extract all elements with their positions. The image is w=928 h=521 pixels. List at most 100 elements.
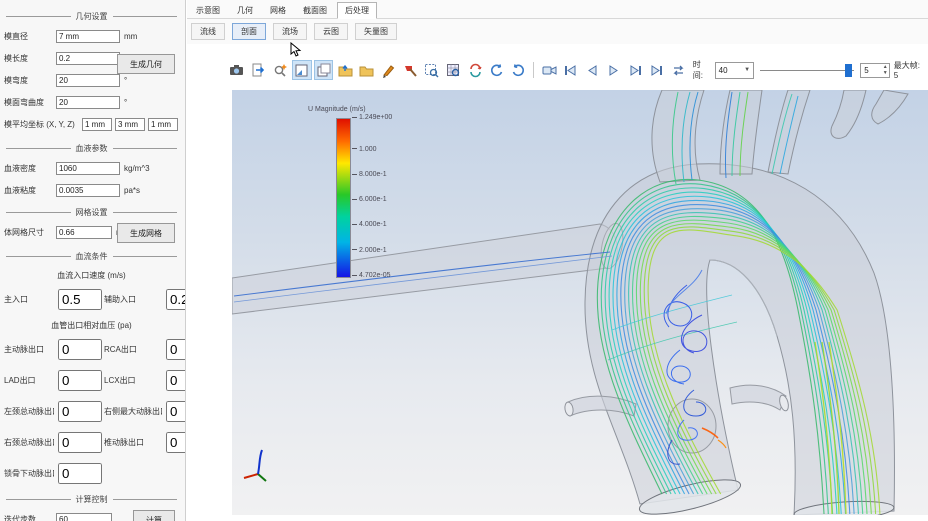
time-slider[interactable] [760,63,854,78]
loop-icon[interactable] [669,60,689,80]
outlet-input[interactable] [58,339,102,360]
save-state-folder-icon[interactable] [335,60,355,80]
slider-handle[interactable] [845,64,852,77]
capture-frame-icon[interactable] [292,60,312,80]
inlet-velocity-header: 血流入口速度 (m/s) [4,270,179,281]
outlet-label: 右侧最大动脉出口 [104,406,162,417]
screenshot-icon[interactable] [227,60,247,80]
delete-axe-icon[interactable] [400,60,420,80]
density-unit: kg/m^3 [124,164,150,173]
export-view-icon[interactable] [249,60,269,80]
preview-magnifier-icon[interactable] [270,60,290,80]
legend-tick-label: 4.702e-05 [352,272,391,279]
tab-postprocess[interactable]: 后处理 [337,2,377,19]
subtab-streamline[interactable]: 流线 [191,23,225,40]
subtab-flowfield[interactable]: 流场 [273,23,307,40]
tab-strip: 示意图 几何 网格 截面图 后处理 流线 剖面 流场 云图 矢量图 [187,0,928,45]
bend-input[interactable] [56,74,120,87]
subtab-slice[interactable]: 剖面 [232,23,266,40]
copy-view-icon[interactable] [314,60,334,80]
next-frame-icon[interactable] [626,60,646,80]
legend-tick-label: 1.000 [352,146,377,153]
legend-colorbar [336,118,351,278]
frame-spinner[interactable]: 5 ▲▼ [860,63,890,78]
geometry-row-length: 模长度 m 生成几何 [4,52,179,65]
time-combobox[interactable]: 40 ▼ [715,62,754,79]
rotate-cw-icon[interactable] [487,60,507,80]
mesh-size-input[interactable] [56,226,112,239]
render-viewport[interactable]: U Magnitude (m/s) 1.249e+00 1.000 8.000e-1… [232,90,928,515]
zoom-box-icon[interactable] [422,60,442,80]
length-label: 模长度 [4,53,56,64]
animation-camera-icon[interactable] [539,60,559,80]
outlet-input[interactable] [166,339,186,360]
tab-geometry[interactable]: 几何 [230,3,260,18]
mesh-row-size: 体网格尺寸 m 生成网格 [4,226,179,239]
play-icon[interactable] [604,60,624,80]
aux-inlet-input[interactable] [166,289,186,310]
surface-bend-input[interactable] [56,96,120,109]
outlet-input[interactable] [166,401,186,422]
legend-tick-label: 1.249e+00 [352,114,392,121]
mouse-cursor [290,42,302,58]
legend-tick-label: 8.000e-1 [352,171,387,178]
app-window: 几何设置 模直径 mm 模长度 m 生成几何 模弯度 ° 模面弯曲度 ° 模平均… [0,0,928,521]
bend-unit: ° [124,76,127,85]
edit-colormap-pen-icon[interactable] [379,60,399,80]
first-frame-icon[interactable] [561,60,581,80]
outlet-grid: 主动脉出口 RCA出口 LAD出口 LCX出口 左颈总动脉出口 右侧最大动脉出口… [4,339,179,484]
mesh-size-label: 体网格尺寸 [4,227,56,238]
subtab-vector[interactable]: 矢量图 [355,23,397,40]
length-input[interactable] [56,52,120,65]
outlet-label: 主动脉出口 [4,344,54,355]
outlet-input[interactable] [166,432,186,453]
outlet-input[interactable] [166,370,186,391]
geometry-row-surface-bend: 模面弯曲度 ° [4,96,179,109]
main-inlet-input[interactable] [58,289,102,310]
viscosity-unit: pa*s [124,186,140,195]
outlet-input[interactable] [58,463,102,484]
coord-y-input[interactable] [115,118,145,131]
diameter-input[interactable] [56,30,120,43]
subtab-contour[interactable]: 云图 [314,23,348,40]
tab-section-view[interactable]: 截面图 [296,3,334,18]
outlet-input[interactable] [58,432,102,453]
outlet-input[interactable] [58,401,102,422]
previous-frame-icon[interactable] [582,60,602,80]
toolbar-separator [533,62,534,78]
outlet-label: 锁骨下动脉出口 [4,468,54,479]
outlet-label: RCA出口 [104,344,162,355]
density-input[interactable] [56,162,120,175]
rotate-ccw-icon[interactable] [509,60,529,80]
zoom-to-data-icon[interactable] [444,60,464,80]
geometry-row-diameter: 模直径 mm [4,30,179,43]
spinner-arrows-icon[interactable]: ▲▼ [883,64,888,76]
aux-inlet-label: 辅助入口 [104,294,162,305]
viscosity-input[interactable] [56,184,120,197]
coord-x-input[interactable] [82,118,112,131]
section-mesh-title: 网格设置 [6,207,177,218]
section-compute-title: 计算控制 [6,494,177,505]
generate-geometry-button[interactable]: 生成几何 [117,54,175,74]
blood-row-viscosity: 血液粘度 pa*s [4,184,179,197]
bend-label: 模弯度 [4,75,56,86]
viscosity-label: 血液粘度 [4,185,56,196]
generate-mesh-button[interactable]: 生成网格 [117,223,175,243]
last-frame-icon[interactable] [647,60,667,80]
tab-schematic[interactable]: 示意图 [189,3,227,18]
frame-value: 5 [864,66,868,75]
render-toolbar: 时间: 40 ▼ 5 ▲▼ 最大帧: 5 [227,59,928,81]
coord-z-input[interactable] [148,118,178,131]
postprocess-page: 时间: 40 ▼ 5 ▲▼ 最大帧: 5 [187,44,928,521]
legend-title: U Magnitude (m/s) [308,106,428,113]
load-state-folder-icon[interactable] [357,60,377,80]
legend-tick-label: 6.000e-1 [352,196,387,203]
tab-mesh[interactable]: 网格 [263,3,293,18]
reset-camera-icon[interactable] [465,60,485,80]
outlet-label: 右颈总动脉出口 [4,437,54,448]
outlet-label: 左颈总动脉出口 [4,406,54,417]
run-button[interactable]: 计算 [133,510,175,521]
outlet-input[interactable] [58,370,102,391]
steps-input[interactable] [56,513,112,521]
sub-tabs: 流线 剖面 流场 云图 矢量图 [187,19,928,40]
